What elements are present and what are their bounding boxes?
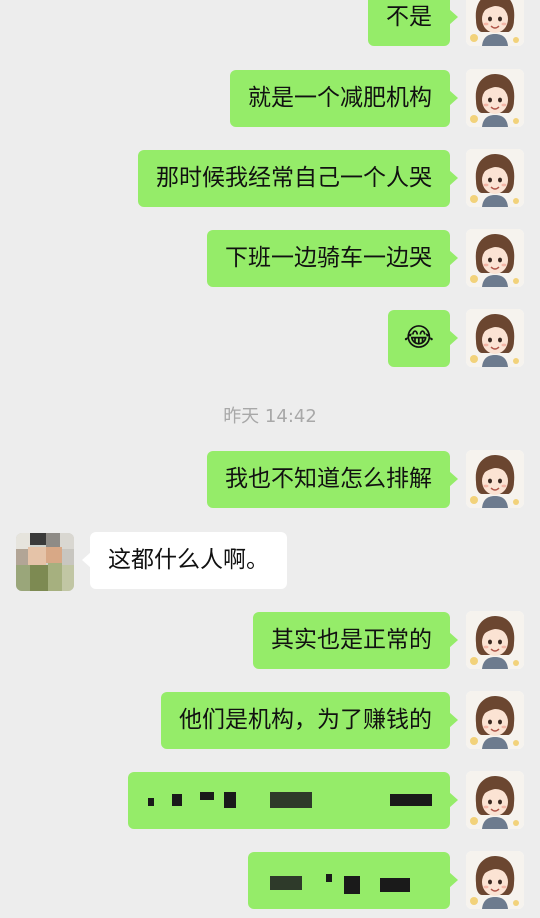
message-bubble-mine[interactable]: 😂 — [387, 310, 459, 367]
redaction-block — [224, 792, 236, 808]
message-text: 下班一边骑车一边哭 — [225, 245, 432, 271]
redaction-block — [380, 878, 410, 892]
redaction-block — [270, 876, 302, 890]
message-bubble-mine[interactable]: 下班一边骑车一边哭 — [207, 230, 458, 287]
message-bubble-mine[interactable]: 我也不知道怎么排解 — [207, 451, 458, 508]
message-bubble-mine[interactable]: 不是 — [368, 0, 458, 46]
message-text: 那时候我经常自己一个人哭 — [156, 165, 432, 191]
my-avatar[interactable] — [466, 69, 524, 127]
timestamp: 昨天 14:42 — [223, 406, 317, 427]
my-avatar[interactable] — [466, 309, 524, 367]
message-text: 其实也是正常的 — [271, 627, 432, 653]
laughing-tears-emoji-icon: 😂 — [403, 323, 434, 353]
redaction-block — [172, 794, 182, 806]
message-bubble-mine[interactable]: 他们是机构，为了赚钱的 — [161, 692, 458, 749]
my-avatar[interactable] — [466, 149, 524, 207]
my-avatar[interactable] — [466, 771, 524, 829]
my-avatar[interactable] — [466, 229, 524, 287]
redaction-block — [344, 876, 360, 894]
message-text: 不是 — [386, 4, 432, 30]
message-text: 这都什么人啊。 — [108, 547, 269, 573]
redaction-block — [270, 792, 312, 808]
my-avatar[interactable] — [466, 0, 524, 46]
message-text: 我也不知道怎么排解 — [225, 466, 432, 492]
redaction-block — [148, 798, 154, 806]
redaction-block — [200, 792, 214, 800]
message-text: 他们是机构，为了赚钱的 — [179, 707, 432, 733]
redaction-block — [390, 794, 432, 806]
my-avatar[interactable] — [466, 851, 524, 909]
contact-avatar[interactable] — [16, 533, 74, 591]
my-avatar[interactable] — [466, 611, 524, 669]
message-text: 就是一个减肥机构 — [248, 85, 432, 111]
redacted-message-bubble[interactable] — [128, 772, 458, 829]
redaction-block — [326, 874, 332, 882]
message-bubble-contact[interactable]: 这都什么人啊。 — [82, 532, 287, 589]
message-bubble-mine[interactable]: 那时候我经常自己一个人哭 — [138, 150, 458, 207]
my-avatar[interactable] — [466, 691, 524, 749]
my-avatar[interactable] — [466, 450, 524, 508]
redacted-message-bubble[interactable] — [248, 852, 458, 909]
message-bubble-mine[interactable]: 其实也是正常的 — [253, 612, 458, 669]
message-bubble-mine[interactable]: 就是一个减肥机构 — [230, 70, 458, 127]
